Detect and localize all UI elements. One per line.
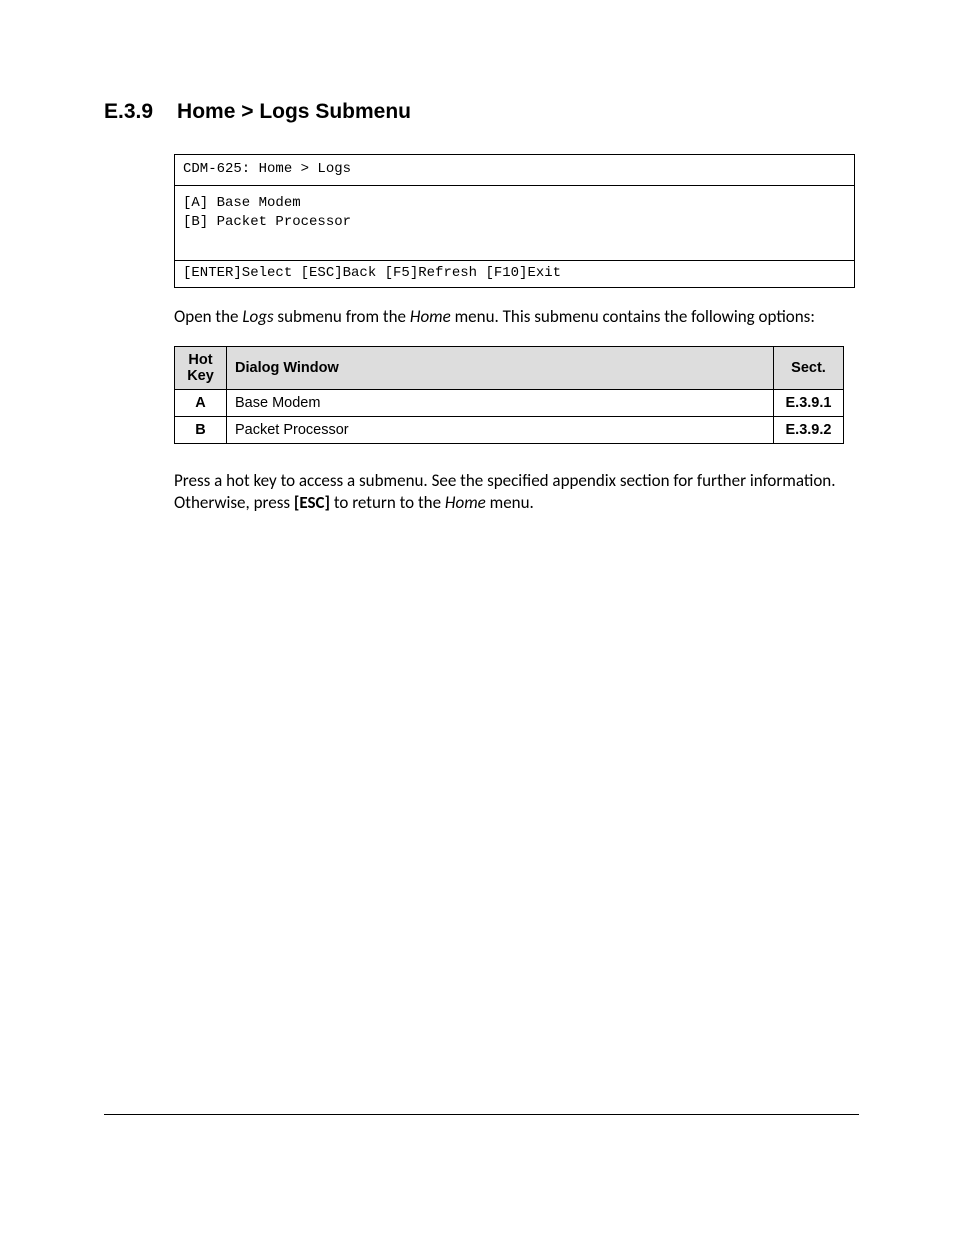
cell-hot-key: A	[175, 389, 227, 416]
terminal-line: [B] Packet Processor	[183, 213, 846, 232]
section-title: Home > Logs Submenu	[177, 100, 411, 123]
cell-sect: E.3.9.1	[774, 389, 844, 416]
intro-paragraph: Open the Logs submenu from the Home menu…	[174, 306, 859, 328]
hotkey-table: Hot Key Dialog Window Sect. A Base Modem…	[174, 346, 844, 444]
th-dialog: Dialog Window	[227, 346, 774, 389]
cell-dialog: Packet Processor	[227, 416, 774, 443]
th-sect: Sect.	[774, 346, 844, 389]
terminal-window: CDM-625: Home > Logs [A] Base Modem [B] …	[174, 154, 855, 288]
text-italic: Logs	[242, 306, 273, 327]
cell-sect: E.3.9.2	[774, 416, 844, 443]
table-row: B Packet Processor E.3.9.2	[175, 416, 844, 443]
text: to return to the	[330, 492, 445, 513]
table-row: A Base Modem E.3.9.1	[175, 389, 844, 416]
text-italic: Home	[445, 492, 486, 513]
cell-dialog: Base Modem	[227, 389, 774, 416]
text-italic: Home	[410, 306, 451, 327]
section-number: E.3.9	[104, 100, 153, 124]
terminal-body: [A] Base Modem [B] Packet Processor	[175, 186, 854, 260]
section-heading: E.3.9 Home > Logs Submenu	[104, 100, 859, 124]
footer-rule	[104, 1114, 859, 1115]
closing-paragraph: Press a hot key to access a submenu. See…	[174, 470, 859, 514]
terminal-title: CDM-625: Home > Logs	[175, 155, 854, 186]
th-hot-key: Hot Key	[175, 346, 227, 389]
text-bold: [ESC]	[294, 492, 330, 513]
text: submenu from the	[274, 306, 410, 327]
terminal-line: [A] Base Modem	[183, 194, 846, 213]
cell-hot-key: B	[175, 416, 227, 443]
text: menu.	[486, 492, 534, 513]
text: Open the	[174, 306, 242, 327]
table-header-row: Hot Key Dialog Window Sect.	[175, 346, 844, 389]
terminal-footer: [ENTER]Select [ESC]Back [F5]Refresh [F10…	[175, 260, 854, 287]
text: menu. This submenu contains the followin…	[451, 306, 815, 327]
